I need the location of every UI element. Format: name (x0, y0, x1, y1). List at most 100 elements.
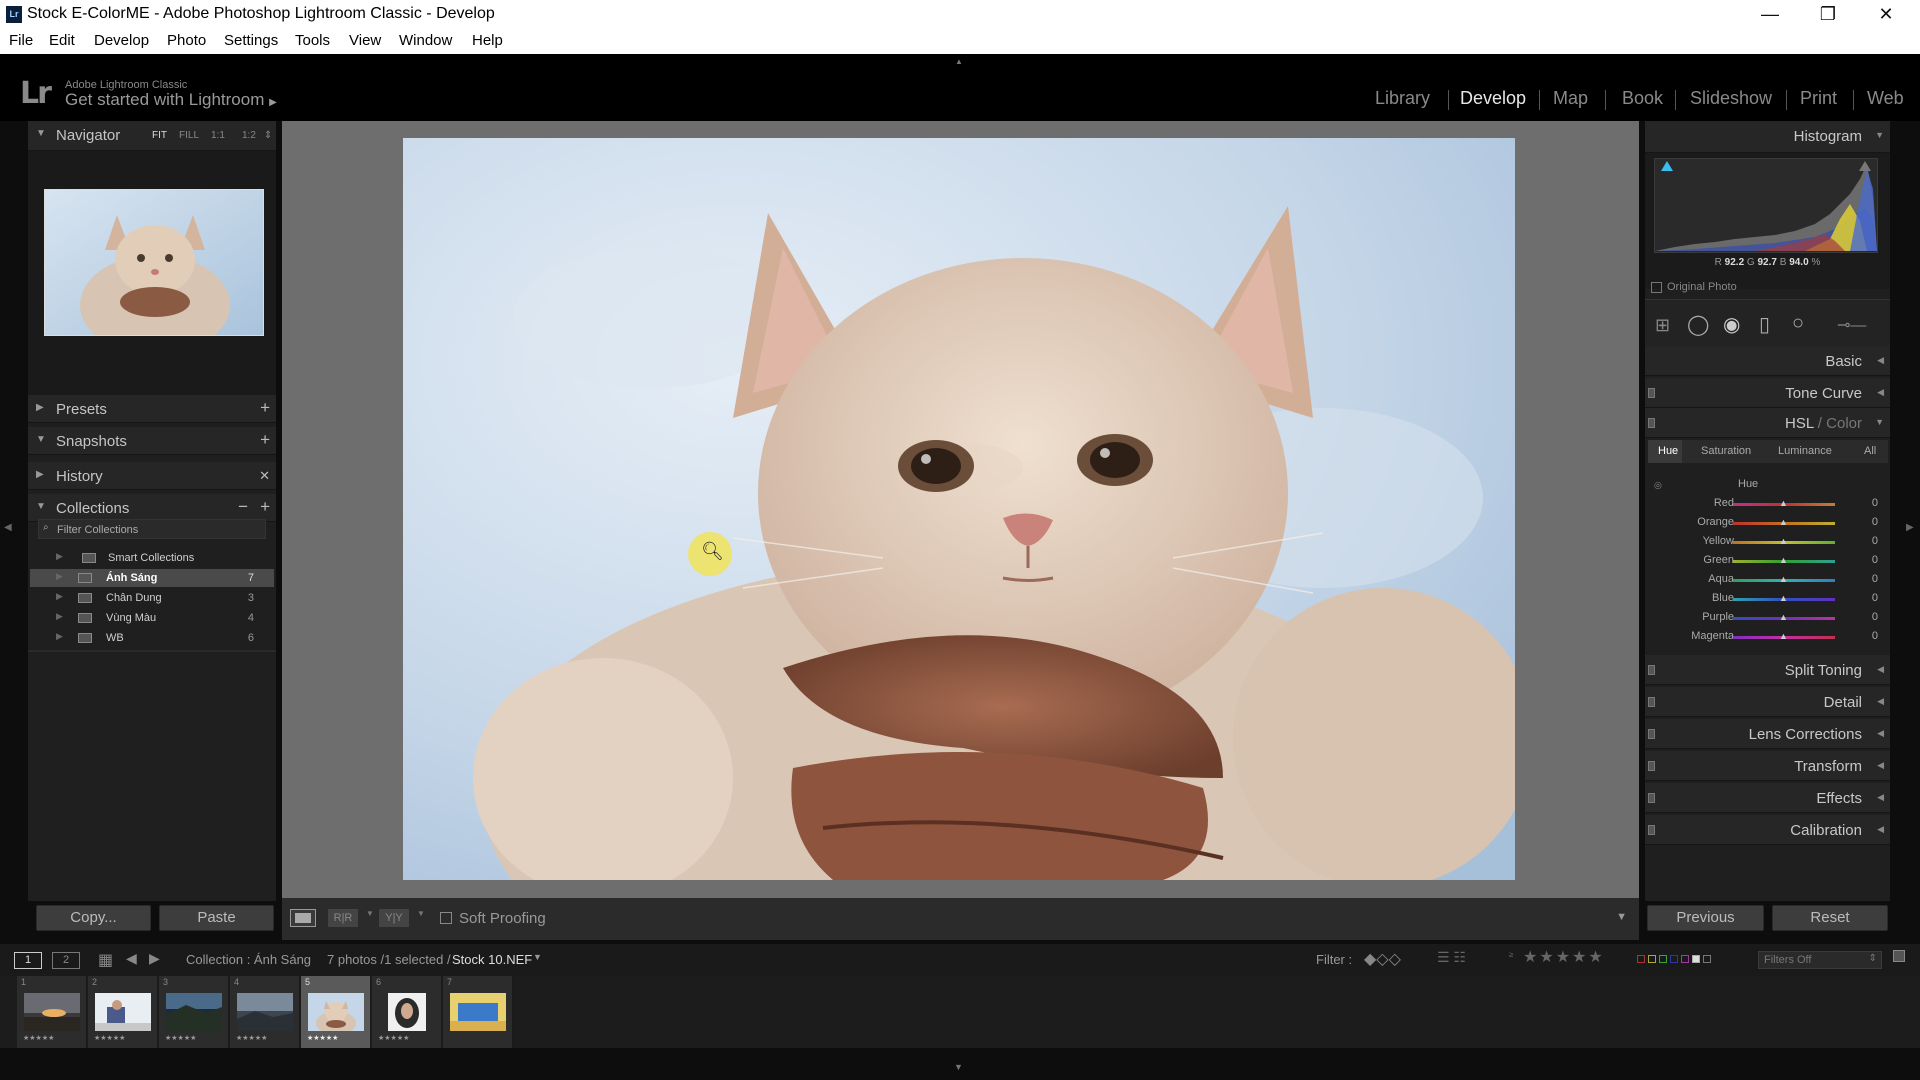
slider-thumb-icon[interactable]: ▲ (1779, 555, 1788, 565)
filters-off-select[interactable]: Filters Off ⇕ (1758, 951, 1882, 969)
hsl-title[interactable]: HSL (1785, 415, 1814, 432)
dropdown-arrow-icon[interactable]: ▼ (417, 909, 425, 918)
collection-row[interactable]: ▶ WB 6 (30, 629, 274, 647)
radial-filter-icon[interactable]: ○ (1792, 312, 1804, 335)
smart-collections-row[interactable]: ▶ Smart Collections (30, 549, 274, 567)
panel-toggle-switch[interactable] (1648, 729, 1655, 739)
tab-all[interactable]: All (1864, 445, 1876, 457)
custom-label-icon[interactable] (1692, 955, 1700, 963)
histogram-graph[interactable] (1654, 158, 1878, 253)
panel-toggle-switch[interactable] (1648, 388, 1655, 398)
slider-value[interactable]: 0 (1872, 535, 1878, 547)
menu-help[interactable]: Help (472, 32, 503, 49)
slider-magenta[interactable]: Magenta ▲ 0 (1645, 628, 1890, 647)
dropdown-arrow-icon[interactable]: ▼ (366, 909, 374, 918)
menu-edit[interactable]: Edit (49, 32, 75, 49)
collections-header[interactable]: ▼ Collections − + (28, 494, 276, 522)
histogram-header[interactable]: Histogram ▼ (1645, 121, 1890, 153)
filter-collections-input[interactable]: ⌕ Filter Collections (38, 519, 266, 539)
slider-thumb-icon[interactable]: ▲ (1779, 631, 1788, 641)
main-window-button[interactable]: 1 (14, 952, 42, 969)
menu-develop[interactable]: Develop (94, 32, 149, 49)
slider-value[interactable]: 0 (1872, 592, 1878, 604)
grid-view-icon[interactable]: ▦ (98, 950, 113, 970)
filmstrip-cell-selected[interactable]: 5 ★★★★★ (301, 976, 371, 1048)
navigator-thumbnail[interactable] (44, 189, 264, 336)
effects-header[interactable]: Effects ◀ (1645, 783, 1890, 813)
filter-lock-icon[interactable] (1893, 950, 1905, 962)
slider-green[interactable]: Green ▲ 0 (1645, 552, 1890, 571)
menu-window[interactable]: Window (399, 32, 452, 49)
before-after-split-icon[interactable]: Y|Y (379, 909, 409, 927)
slider-value[interactable]: 0 (1872, 554, 1878, 566)
slider-value[interactable]: 0 (1872, 497, 1878, 509)
slider-blue[interactable]: Blue ▲ 0 (1645, 590, 1890, 609)
tab-saturation[interactable]: Saturation (1701, 445, 1751, 457)
menu-tools[interactable]: Tools (295, 32, 330, 49)
menu-photo[interactable]: Photo (167, 32, 206, 49)
transform-header[interactable]: Transform ◀ (1645, 751, 1890, 781)
color-label-filter[interactable] (1637, 955, 1711, 963)
no-label-icon[interactable] (1703, 955, 1711, 963)
close-icon[interactable]: ✕ (1857, 0, 1915, 29)
panel-toggle-switch[interactable] (1648, 697, 1655, 707)
hsl-header[interactable]: HSL / Color ▼ (1645, 408, 1890, 438)
menu-file[interactable]: File (9, 32, 33, 49)
copy-button[interactable]: Copy... (36, 905, 151, 931)
main-photo[interactable] (403, 138, 1515, 880)
previous-button[interactable]: Previous (1647, 905, 1764, 931)
blue-label-icon[interactable] (1670, 955, 1678, 963)
before-after-icon[interactable]: R|R (328, 909, 358, 927)
zoom-1-2[interactable]: 1:2 (242, 130, 256, 141)
slider-value[interactable]: 0 (1872, 611, 1878, 623)
zoom-fill[interactable]: FILL (179, 130, 199, 141)
back-arrow-icon[interactable]: ◀ (126, 950, 137, 967)
module-book[interactable]: Book (1622, 88, 1663, 109)
collapse-filmstrip-icon[interactable]: ▼ (954, 1062, 963, 1072)
menu-view[interactable]: View (349, 32, 381, 49)
snapshots-header[interactable]: ▼ Snapshots + (28, 427, 276, 455)
filmstrip-cell[interactable]: 4 ★★★★★ (230, 976, 300, 1048)
collection-row-selected[interactable]: ▶ Ánh Sáng 7 (30, 569, 274, 587)
panel-toggle-switch[interactable] (1648, 825, 1655, 835)
add-preset-icon[interactable]: + (260, 398, 270, 418)
slider-aqua[interactable]: Aqua ▲ 0 (1645, 571, 1890, 590)
slider-value[interactable]: 0 (1872, 630, 1878, 642)
tab-hue[interactable]: Hue (1658, 445, 1678, 457)
slider-thumb-icon[interactable]: ▲ (1779, 517, 1788, 527)
slider-thumb-icon[interactable]: ▲ (1779, 574, 1788, 584)
red-label-icon[interactable] (1637, 955, 1645, 963)
minimize-icon[interactable]: — (1741, 0, 1799, 29)
dropdown-arrow-icon[interactable]: ▼ (533, 952, 542, 962)
collapse-top-icon[interactable]: ▲ (955, 57, 963, 66)
second-window-button[interactable]: 2 (52, 952, 80, 969)
crop-icon[interactable]: ⊞ (1655, 315, 1670, 336)
slider-value[interactable]: 0 (1872, 516, 1878, 528)
green-label-icon[interactable] (1659, 955, 1667, 963)
zoom-1-1[interactable]: 1:1 (211, 130, 225, 141)
color-title[interactable]: Color (1826, 415, 1862, 432)
module-print[interactable]: Print (1800, 88, 1837, 109)
slider-purple[interactable]: Purple ▲ 0 (1645, 609, 1890, 628)
red-eye-icon[interactable]: ◉ (1723, 312, 1740, 337)
navigator-header[interactable]: ▼ Navigator FIT FILL 1:1 1:2 ⇕ (28, 121, 276, 151)
targeted-adjustment-icon[interactable]: ◎ (1654, 480, 1662, 491)
get-started-link[interactable]: Get started with Lightroom ▶ (65, 90, 277, 110)
paste-button[interactable]: Paste (159, 905, 274, 931)
slider-thumb-icon[interactable]: ▲ (1779, 612, 1788, 622)
module-slideshow[interactable]: Slideshow (1690, 88, 1772, 109)
slider-yellow[interactable]: Yellow ▲ 0 (1645, 533, 1890, 552)
filmstrip-cell[interactable]: 3 ★★★★★ (159, 976, 229, 1048)
collection-source-label[interactable]: Collection : Ánh Sáng (186, 952, 311, 967)
spot-removal-icon[interactable]: ◯ (1687, 312, 1709, 337)
soft-proofing-checkbox[interactable] (440, 912, 452, 924)
filmstrip-cell[interactable]: 7 (443, 976, 513, 1048)
loupe-view-icon[interactable] (290, 909, 316, 927)
slider-thumb-icon[interactable]: ▲ (1779, 593, 1788, 603)
tone-curve-header[interactable]: Tone Curve ◀ (1645, 378, 1890, 408)
detail-header[interactable]: Detail ◀ (1645, 687, 1890, 717)
flag-filter-icon[interactable]: ◆◇◇ (1364, 949, 1401, 969)
remove-collection-icon[interactable]: − (238, 497, 248, 517)
slider-thumb-icon[interactable]: ▲ (1779, 536, 1788, 546)
filmstrip-cell[interactable]: 2 ★★★★★ (88, 976, 158, 1048)
